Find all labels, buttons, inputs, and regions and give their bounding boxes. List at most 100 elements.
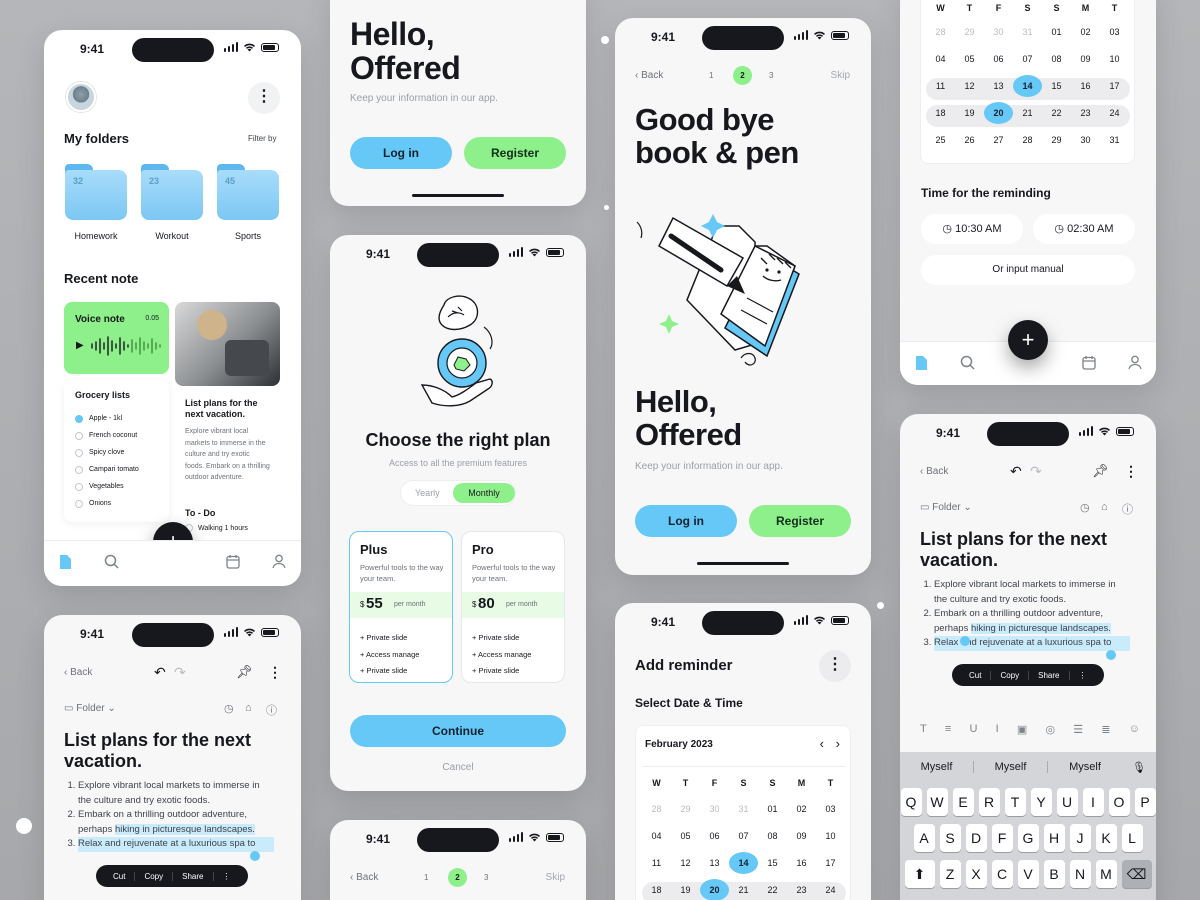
text-selection[interactable]: hiking in picturesque landscapes.: [970, 622, 1111, 634]
key[interactable]: J: [1069, 824, 1091, 852]
billing-option-monthly[interactable]: Monthly: [453, 483, 515, 503]
calendar-day[interactable]: 17: [1100, 75, 1129, 97]
calendar-day[interactable]: 28: [926, 21, 955, 43]
calendar-day[interactable]: 13: [984, 75, 1013, 97]
calendar-day[interactable]: 01: [758, 798, 787, 820]
calendar-day[interactable]: 28: [1013, 129, 1042, 151]
key[interactable]: R: [978, 788, 1000, 816]
key[interactable]: W: [926, 788, 948, 816]
share-button[interactable]: Share: [173, 871, 214, 881]
pin-icon[interactable]: 📌︎: [236, 664, 253, 680]
calendar-day[interactable]: 03: [816, 798, 845, 820]
calendar-day[interactable]: 12: [671, 852, 700, 874]
step-3[interactable]: 3: [769, 71, 773, 80]
key[interactable]: K: [1095, 824, 1117, 852]
step-2-active[interactable]: 2: [733, 66, 752, 85]
folder-workout[interactable]: 23: [141, 164, 203, 220]
calendar-day-selected[interactable]: 20: [984, 102, 1013, 124]
backspace-key[interactable]: ⌫: [1121, 860, 1152, 888]
calendar-day[interactable]: 21: [729, 879, 758, 900]
underline-icon[interactable]: U: [970, 723, 978, 736]
calendar-day-selected[interactable]: 14: [1013, 75, 1042, 97]
align-center-icon[interactable]: ☰: [1073, 723, 1083, 736]
grocery-item[interactable]: French coconut: [75, 427, 139, 444]
step-1[interactable]: 1: [709, 71, 713, 80]
login-button[interactable]: Log in: [350, 137, 452, 169]
calendar-day[interactable]: 04: [926, 48, 955, 70]
manual-input-button[interactable]: Or input manual: [921, 255, 1135, 285]
key[interactable]: L: [1121, 824, 1143, 852]
register-button[interactable]: Register: [749, 505, 851, 537]
nav-search-icon[interactable]: [104, 554, 119, 574]
grocery-card[interactable]: Grocery lists Apple - 1kl French coconut…: [64, 380, 169, 522]
calendar-day[interactable]: 09: [1071, 48, 1100, 70]
nav-profile-icon[interactable]: [272, 554, 286, 574]
cut-button[interactable]: Cut: [960, 670, 992, 680]
key[interactable]: Q: [900, 788, 922, 816]
folder-homework[interactable]: 32: [65, 164, 127, 220]
key[interactable]: H: [1043, 824, 1065, 852]
calendar-day[interactable]: 27: [984, 129, 1013, 151]
key[interactable]: U: [1056, 788, 1078, 816]
calendar-day[interactable]: 22: [1042, 102, 1071, 124]
info-icon[interactable]: ⓘ: [1122, 501, 1133, 517]
calendar-day[interactable]: 22: [758, 879, 787, 900]
calendar-day[interactable]: 21: [1013, 102, 1042, 124]
key[interactable]: C: [991, 860, 1013, 888]
calendar-day[interactable]: 07: [1013, 48, 1042, 70]
calendar-day[interactable]: 15: [1042, 75, 1071, 97]
reminder-icon[interactable]: ◷: [224, 702, 234, 715]
suggestion[interactable]: Myself: [974, 761, 1048, 773]
calendar-day-selected[interactable]: 20: [700, 879, 729, 900]
share-button[interactable]: Share: [1029, 670, 1070, 680]
tag-icon[interactable]: ⌂: [245, 702, 252, 714]
key[interactable]: F: [991, 824, 1013, 852]
selection-handle-end[interactable]: [1106, 650, 1116, 660]
text-style-icon[interactable]: T: [920, 723, 927, 736]
more-menu-button[interactable]: ⋮: [1124, 463, 1138, 480]
calendar-day[interactable]: 07: [729, 825, 758, 847]
more-icon[interactable]: ⋮: [214, 872, 240, 881]
back-button[interactable]: ‹ Back: [920, 466, 948, 477]
calendar-day[interactable]: 01: [1042, 21, 1071, 43]
nav-profile-icon[interactable]: [1128, 355, 1142, 375]
calendar-day[interactable]: 11: [926, 75, 955, 97]
back-button[interactable]: ‹ Back: [350, 872, 378, 883]
key[interactable]: O: [1108, 788, 1130, 816]
redo-icon[interactable]: ↷: [1030, 463, 1042, 480]
key[interactable]: S: [939, 824, 961, 852]
next-month-icon[interactable]: ›: [836, 736, 840, 751]
key[interactable]: M: [1095, 860, 1117, 888]
calendar-day[interactable]: 16: [1071, 75, 1100, 97]
text-selection[interactable]: hiking in picturesque landscapes.: [114, 823, 255, 835]
calendar-day[interactable]: 26: [955, 129, 984, 151]
calendar-day[interactable]: 29: [955, 21, 984, 43]
note-title[interactable]: List plans for the next vacation.: [920, 529, 1140, 571]
calendar-day[interactable]: 25: [926, 129, 955, 151]
calendar-day[interactable]: 30: [700, 798, 729, 820]
login-button[interactable]: Log in: [635, 505, 737, 537]
calendar-day[interactable]: 15: [758, 852, 787, 874]
key[interactable]: A: [913, 824, 935, 852]
calendar-day[interactable]: 09: [787, 825, 816, 847]
calendar-day[interactable]: 18: [642, 879, 671, 900]
calendar-day[interactable]: 08: [758, 825, 787, 847]
plan-card-plus[interactable]: Plus Powerful tools to the way your team…: [349, 531, 453, 683]
calendar-day[interactable]: 29: [1042, 129, 1071, 151]
back-button[interactable]: ‹ Back: [635, 70, 663, 81]
checkbox[interactable]: [75, 431, 83, 440]
calendar-day[interactable]: 31: [1100, 129, 1129, 151]
back-button[interactable]: ‹ Back: [64, 667, 92, 678]
step-2-active[interactable]: 2: [448, 868, 467, 887]
suggestion[interactable]: Myself: [1048, 761, 1122, 773]
calendar-day[interactable]: 02: [787, 798, 816, 820]
align-justify-icon[interactable]: ≣: [1101, 723, 1110, 736]
calendar-day[interactable]: 04: [642, 825, 671, 847]
calendar-day[interactable]: 17: [816, 852, 845, 874]
key[interactable]: N: [1069, 860, 1091, 888]
key[interactable]: E: [952, 788, 974, 816]
calendar-day[interactable]: 19: [955, 102, 984, 124]
calendar-day[interactable]: 24: [1100, 102, 1129, 124]
pin-icon[interactable]: 📌︎: [1092, 463, 1109, 479]
nav-notes-icon[interactable]: [58, 554, 72, 575]
